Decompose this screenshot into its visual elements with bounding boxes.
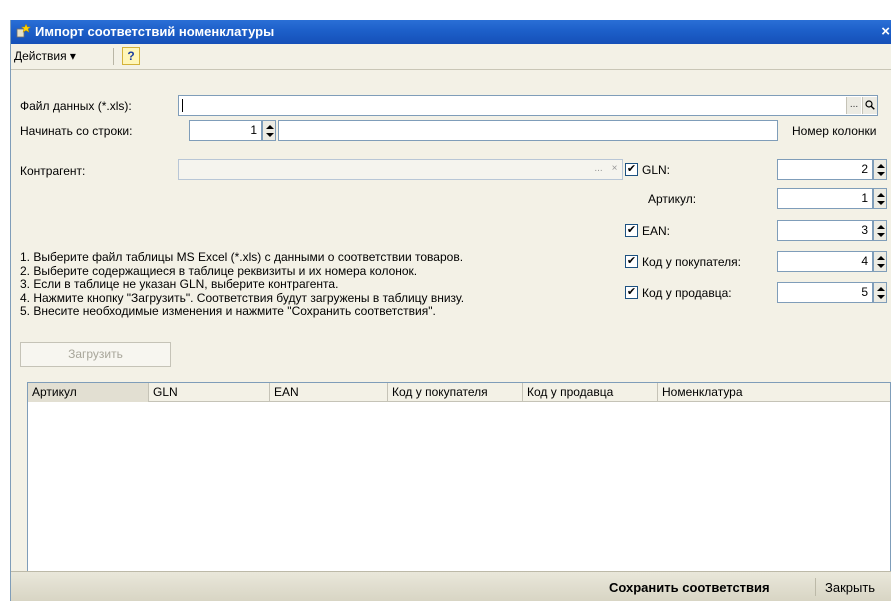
instruction-line: 4. Нажмите кнопку "Загрузить". Соответст… [20,290,465,305]
start-row-spinner[interactable] [262,120,276,141]
chevron-down-icon: ▾ [69,49,76,63]
spin-up-icon[interactable] [877,164,885,168]
app-icon [16,23,31,38]
file-label: Файл данных (*.xls): [20,99,132,113]
article-label: Артикул: [648,192,697,206]
actions-menu[interactable]: Действия ▾ [14,49,76,63]
column-header-nomenclature[interactable]: Номенклатура [658,383,890,402]
toolbar: Действия ▾ ? [11,44,891,70]
instruction-line: 3. Если в таблице не указан GLN, выберит… [20,277,339,291]
instruction-line: 5. Внесите необходимые изменения и нажми… [20,304,436,318]
ean-column-input[interactable]: 3 [777,220,873,241]
clear-icon[interactable]: × [607,161,622,178]
close-icon[interactable]: × [881,23,890,40]
gln-checkbox[interactable]: ✔ [625,163,638,176]
start-row-value: 1 [250,123,257,137]
table-header: Артикул GLN EAN Код у покупателя Код у п… [28,383,890,402]
spin-down-icon[interactable] [877,172,885,176]
column-header-seller-code[interactable]: Код у продавца [523,383,658,402]
spin-down-icon[interactable] [877,264,885,268]
start-row-input[interactable]: 1 [189,120,262,141]
start-row-description-field[interactable] [278,120,778,141]
gln-column-input[interactable]: 2 [777,159,873,180]
gln-label: GLN: [642,163,671,177]
ean-label: EAN: [642,224,671,238]
seller-code-column-input[interactable]: 5 [777,282,873,303]
load-button[interactable]: Загрузить [20,342,171,367]
seller-code-label: Код у продавца: [642,286,732,300]
magnifier-icon[interactable] [862,97,877,114]
import-window: Импорт соответствий номенклатуры × Дейст… [10,20,891,601]
spin-up-icon[interactable] [877,256,885,260]
column-header-ean[interactable]: EAN [270,383,388,402]
column-header-article[interactable]: Артикул [28,383,149,402]
footer-divider [815,578,816,596]
article-column-value: 1 [861,191,868,205]
spin-down-icon[interactable] [877,233,885,237]
ean-column-spinner[interactable] [873,220,887,241]
gln-column-spinner[interactable] [873,159,887,180]
text-cursor [182,99,183,112]
actions-label: Действия [14,49,67,63]
help-button[interactable]: ? [122,47,140,65]
spin-down-icon[interactable] [877,201,885,205]
article-column-input[interactable]: 1 [777,188,873,209]
ean-column-value: 3 [861,223,868,237]
window-title: Импорт соответствий номенклатуры [35,24,275,39]
contractor-browse-button[interactable]: ... [591,161,606,178]
spin-up-icon[interactable] [877,193,885,197]
start-row-label: Начинать со строки: [20,124,133,138]
buyer-code-checkbox[interactable]: ✔ [625,255,638,268]
seller-code-checkbox[interactable]: ✔ [625,286,638,299]
instruction-line: 1. Выберите файл таблицы MS Excel (*.xls… [20,250,464,264]
file-input[interactable]: ... [178,95,878,116]
footer-bar: Сохранить соответствия Закрыть [11,571,891,601]
spin-down-icon[interactable] [877,295,885,299]
spin-up-icon[interactable] [877,287,885,291]
contractor-input[interactable]: ... × [178,159,623,180]
seller-code-column-spinner[interactable] [873,282,887,303]
seller-code-column-value: 5 [861,285,868,299]
spin-up-icon[interactable] [266,125,274,129]
spin-up-icon[interactable] [877,225,885,229]
spin-down-icon[interactable] [266,133,274,137]
article-column-spinner[interactable] [873,188,887,209]
save-mappings-button[interactable]: Сохранить соответствия [609,580,770,595]
ean-checkbox[interactable]: ✔ [625,224,638,237]
close-button[interactable]: Закрыть [825,580,875,595]
buyer-code-column-input[interactable]: 4 [777,251,873,272]
mapping-table[interactable]: Артикул GLN EAN Код у покупателя Код у п… [27,382,891,575]
buyer-code-column-spinner[interactable] [873,251,887,272]
column-number-header: Номер колонки [792,124,877,138]
buyer-code-label: Код у покупателя: [642,255,742,269]
file-browse-button[interactable]: ... [846,97,861,114]
column-header-gln[interactable]: GLN [149,383,270,402]
column-header-buyer-code[interactable]: Код у покупателя [388,383,523,402]
title-bar[interactable]: Импорт соответствий номенклатуры × [11,20,891,44]
gln-column-value: 2 [861,162,868,176]
instructions-text: 1. Выберите файл таблицы MS Excel (*.xls… [20,250,465,319]
instruction-line: 2. Выберите содержащиеся в таблице рекви… [20,263,418,278]
buyer-code-column-value: 4 [861,254,868,268]
contractor-label: Контрагент: [20,164,86,178]
toolbar-divider [113,48,114,65]
